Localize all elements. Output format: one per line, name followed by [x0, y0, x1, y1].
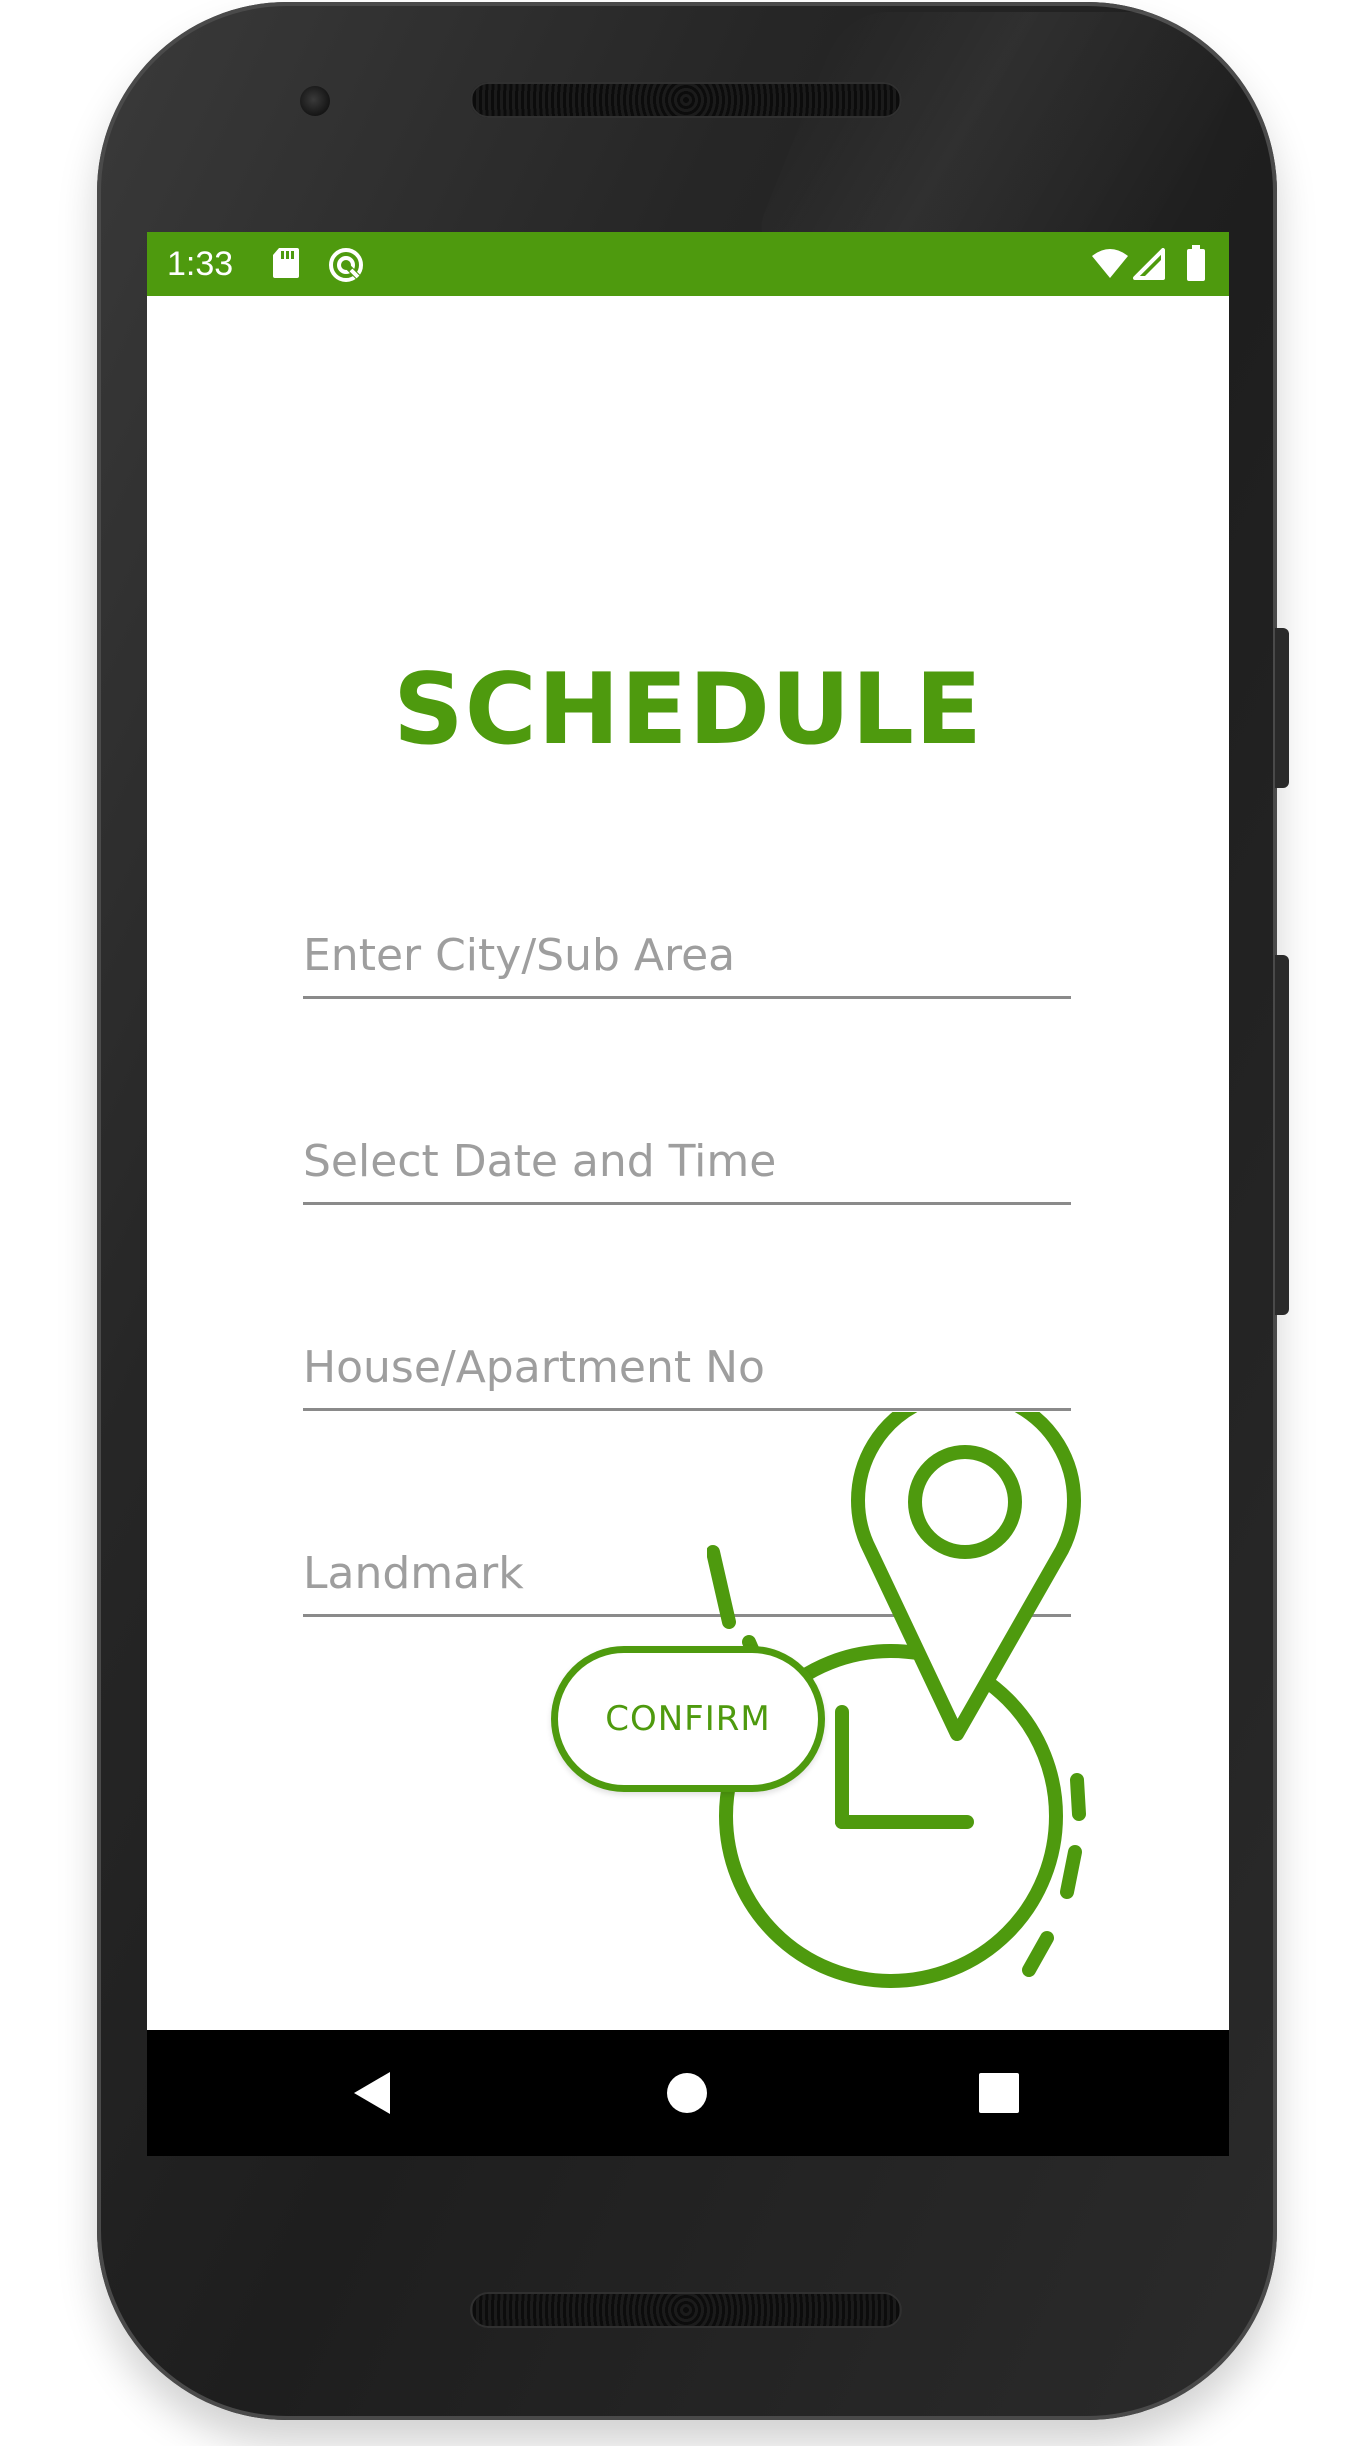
- recents-icon: [979, 2073, 1019, 2113]
- back-button[interactable]: [343, 2063, 403, 2123]
- battery-icon: [1187, 245, 1205, 281]
- home-button[interactable]: [657, 2063, 717, 2123]
- front-camera: [300, 86, 330, 116]
- back-icon: [354, 2072, 390, 2114]
- sd-card-icon: [273, 248, 299, 278]
- city-sub-area-input[interactable]: [303, 914, 1071, 999]
- navigation-bar: [147, 2030, 1229, 2156]
- app-screen: 1:33 SCHEDULE Enter City/Sub Area Select…: [147, 232, 1229, 2156]
- status-bar: 1:33: [147, 232, 1229, 296]
- phone-sheen: [748, 12, 1266, 252]
- sync-icon: [329, 248, 364, 283]
- volume-button: [1275, 955, 1289, 1315]
- page-title: SCHEDULE: [393, 653, 983, 767]
- power-button: [1275, 628, 1289, 788]
- location-pin-icon: [851, 1412, 1081, 1741]
- device-mockup: 1:33 SCHEDULE Enter City/Sub Area Select…: [0, 0, 1370, 2446]
- recents-button[interactable]: [969, 2063, 1029, 2123]
- bottom-speaker: [470, 2292, 902, 2328]
- date-time-input[interactable]: [303, 1120, 1071, 1205]
- signal-icon: [1133, 248, 1165, 280]
- confirm-button[interactable]: CONFIRM: [551, 1646, 825, 1792]
- house-apartment-input[interactable]: [303, 1326, 1071, 1411]
- earpiece-speaker: [470, 82, 902, 118]
- wifi-icon: [1092, 249, 1128, 278]
- status-time: 1:33: [167, 245, 234, 283]
- home-icon: [667, 2073, 707, 2113]
